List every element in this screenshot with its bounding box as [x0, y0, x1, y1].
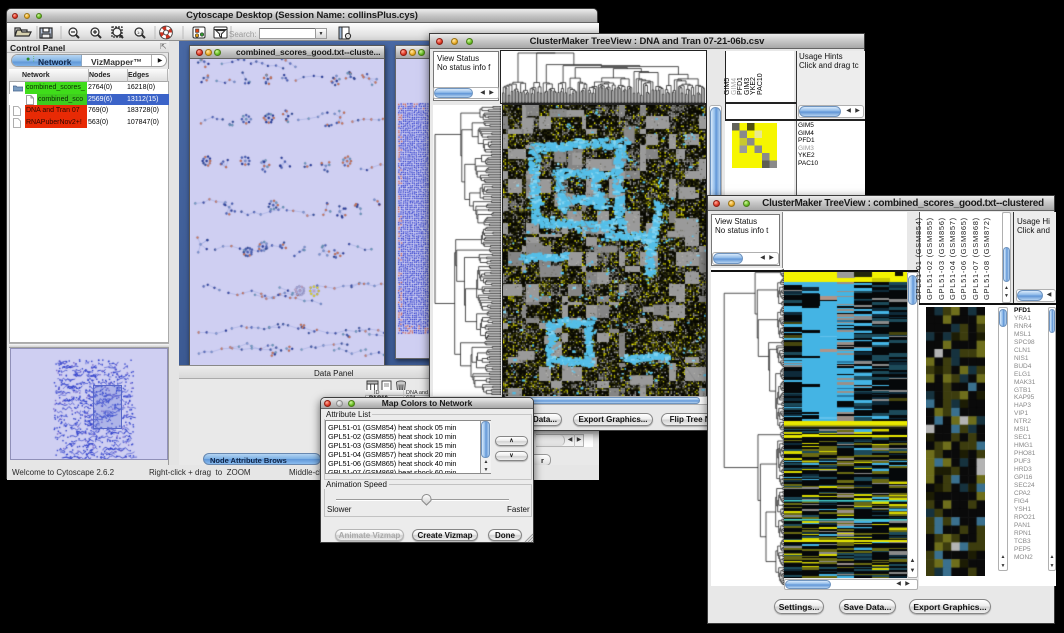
- svg-text:1:1: 1:1: [137, 30, 143, 35]
